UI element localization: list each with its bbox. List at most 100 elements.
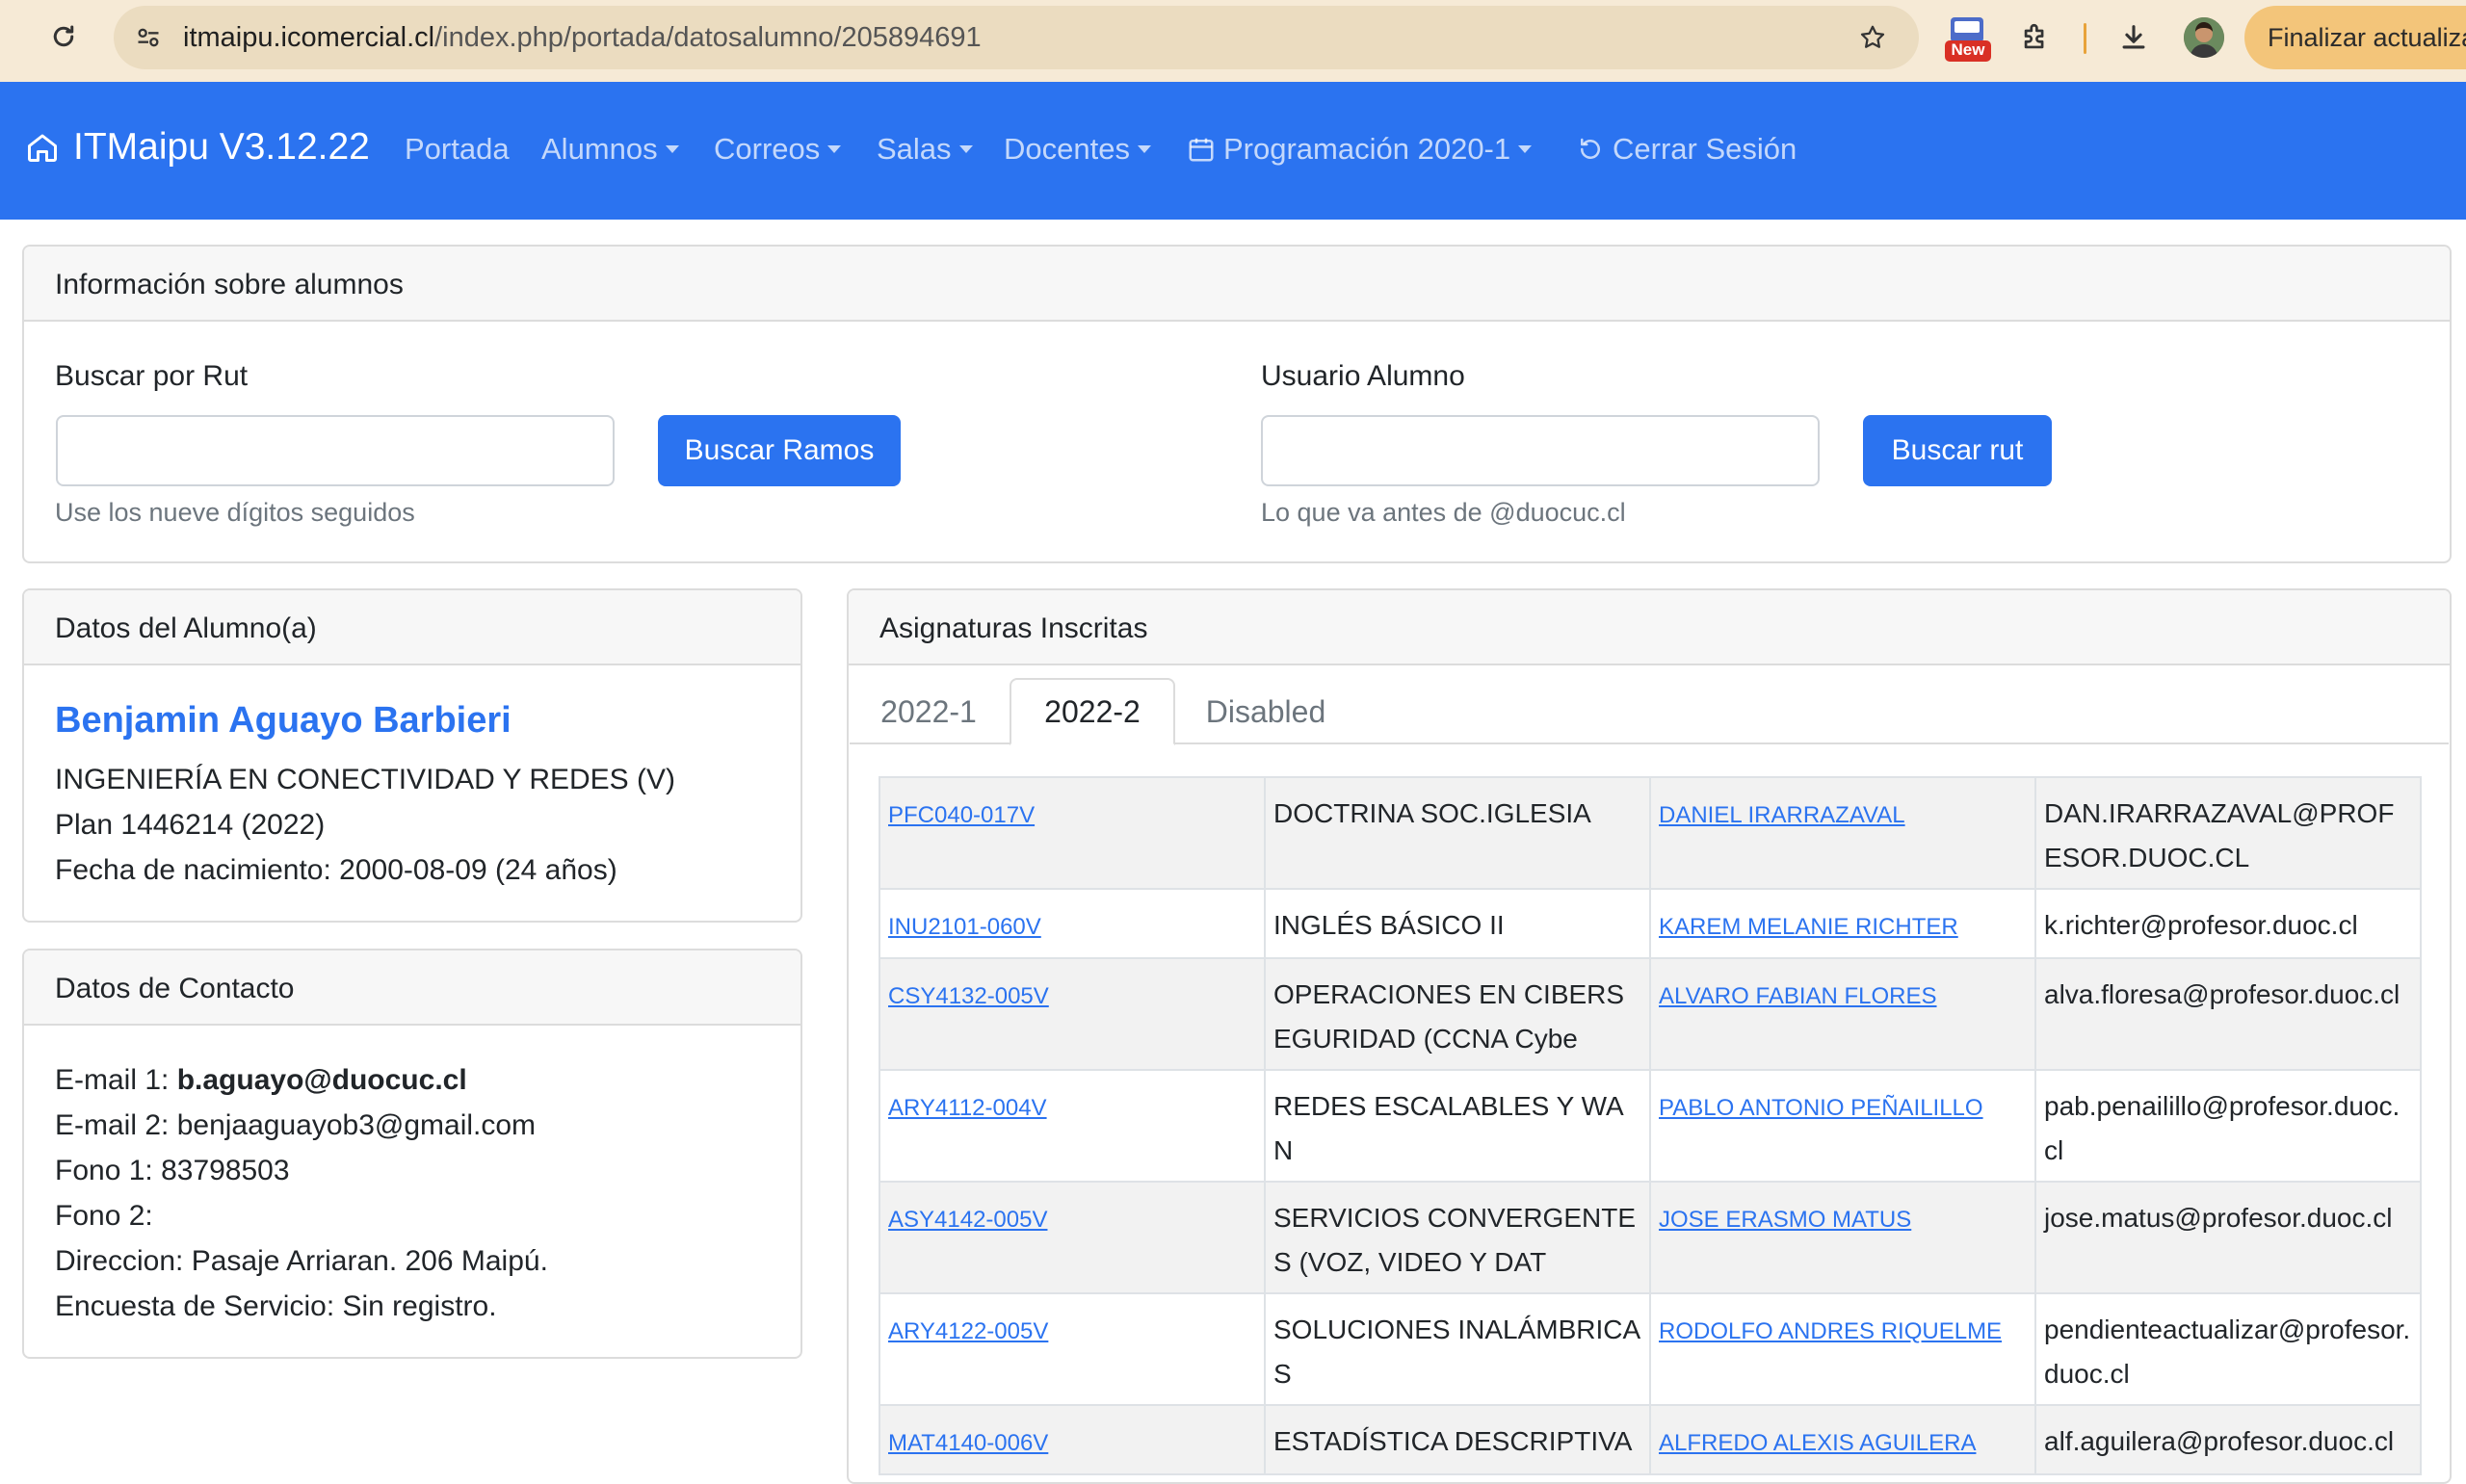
- table-cell-subject: ESTADÍSTICA DESCRIPTIVA: [1264, 1404, 1651, 1475]
- address-bar[interactable]: itmaipu.icomercial.cl/index.php/portada/…: [114, 6, 1919, 69]
- table-cell-email: pendienteactualizar@profesor.duoc.cl: [2034, 1292, 2422, 1406]
- table-row: INU2101-060V INGLÉS BÁSICO II KAREM MELANI…: [879, 888, 2422, 959]
- table-cell-email: DAN.IRARRAZAVAL@PROFESOR.DUOC.CL: [2034, 776, 2422, 890]
- table-cell-subject: OPERACIONES EN CIBERSEGURIDAD (CCNA Cybe: [1264, 957, 1651, 1071]
- teacher-link[interactable]: JOSE ERASMO MATUS: [1659, 1207, 1911, 1233]
- student-card-title: Datos del Alumno(a): [24, 590, 800, 665]
- profile-avatar[interactable]: [2184, 17, 2224, 58]
- search-card-title: Información sobre alumnos: [24, 247, 2450, 322]
- nav-docentes-dropdown[interactable]: Docentes: [1004, 132, 1151, 167]
- tab-disabled[interactable]: Disabled: [1183, 678, 1349, 745]
- courses-table: PFC040-017V DOCTRINA SOC.IGLESIA DANIEL IR…: [879, 776, 2422, 1475]
- table-cell-email: alf.aguilera@profesor.duoc.cl: [2034, 1404, 2422, 1475]
- contact-data-card: Datos de Contacto E-mail 1: b.aguayo@duo…: [22, 949, 802, 1359]
- table-row: MAT4140-006V ESTADÍSTICA DESCRIPTIVA ALFRE…: [879, 1404, 2422, 1475]
- teacher-email: DAN.IRARRAZAVAL@PROFESOR.DUOC.CL: [2044, 798, 2395, 872]
- toolbar-divider: [2084, 23, 2086, 54]
- course-subject: DOCTRINA SOC.IGLESIA: [1273, 798, 1591, 828]
- table-cell-code: MAT4140-006V: [879, 1404, 1266, 1475]
- nav-alumnos-dropdown[interactable]: Alumnos: [541, 132, 679, 167]
- table-cell-subject: SERVICIOS CONVERGENTES (VOZ, VIDEO Y DAT: [1264, 1181, 1651, 1294]
- teacher-email: k.richter@profesor.duoc.cl: [2044, 910, 2358, 940]
- nav-portada[interactable]: Portada: [405, 132, 510, 167]
- course-code-link[interactable]: ARY4112-004V: [888, 1095, 1047, 1121]
- table-cell-code: ARY4112-004V: [879, 1069, 1266, 1183]
- user-help-text: Lo que va antes de @duocuc.cl: [1261, 498, 1626, 527]
- course-code-link[interactable]: PFC040-017V: [888, 802, 1035, 828]
- table-cell-teacher: ALVARO FABIAN FLORES: [1649, 957, 2036, 1071]
- table-cell-teacher: PABLO ANTONIO PEÑAILILLO: [1649, 1069, 2036, 1183]
- contact-email1: E-mail 1: b.aguayo@duocuc.cl: [55, 1064, 467, 1097]
- table-row: ARY4122-005V SOLUCIONES INALÁMBRICAS RODOL…: [879, 1292, 2422, 1406]
- url-text[interactable]: itmaipu.icomercial.cl/index.php/portada/…: [183, 22, 982, 54]
- course-code-link[interactable]: ARY4122-005V: [888, 1318, 1048, 1344]
- course-subject: SOLUCIONES INALÁMBRICAS: [1273, 1315, 1641, 1389]
- search-card: Información sobre alumnos Buscar por Rut…: [22, 245, 2452, 563]
- tab-2022-2[interactable]: 2022-2: [1010, 678, 1175, 745]
- table-cell-subject: SOLUCIONES INALÁMBRICAS: [1264, 1292, 1651, 1406]
- table-cell-teacher: DANIEL IRARRAZAVAL: [1649, 776, 2036, 890]
- table-cell-teacher: ALFREDO ALEXIS AGUILERA: [1649, 1404, 2036, 1475]
- course-code-link[interactable]: CSY4132-005V: [888, 983, 1049, 1009]
- main-navbar: ITMaipu V3.12.22 Portada Alumnos Correos…: [0, 82, 2466, 220]
- student-data-card: Datos del Alumno(a) Benjamin Aguayo Barb…: [22, 588, 802, 923]
- course-code-link[interactable]: INU2101-060V: [888, 914, 1041, 940]
- brand-link[interactable]: ITMaipu V3.12.22: [25, 126, 370, 169]
- download-icon[interactable]: [2112, 15, 2156, 60]
- course-code-link[interactable]: ASY4142-005V: [888, 1207, 1047, 1233]
- extensions-puzzle-icon[interactable]: [2013, 15, 2058, 60]
- user-label: Usuario Alumno: [1261, 360, 1465, 392]
- logout-icon: [1581, 138, 1600, 159]
- nav-logout-label: Cerrar Sesión: [1613, 132, 1797, 166]
- nav-correos-dropdown[interactable]: Correos: [714, 132, 842, 167]
- teacher-email: alva.floresa@profesor.duoc.cl: [2044, 979, 2400, 1009]
- teacher-link[interactable]: RODOLFO ANDRES RIQUELME: [1659, 1318, 2002, 1344]
- student-name: Benjamin Aguayo Barbieri: [55, 700, 512, 741]
- table-cell-subject: DOCTRINA SOC.IGLESIA: [1264, 776, 1651, 890]
- url-path: /index.php/portada/datosalumno/205894691: [434, 22, 982, 53]
- nav-logout[interactable]: Cerrar Sesión: [1576, 132, 1797, 167]
- table-row: ASY4142-005V SERVICIOS CONVERGENTES (VOZ,…: [879, 1181, 2422, 1294]
- search-courses-button[interactable]: Buscar Ramos: [658, 415, 901, 486]
- contact-address: Direccion: Pasaje Arriaran. 206 Maipú.: [55, 1245, 548, 1277]
- teacher-email: alf.aguilera@profesor.duoc.cl: [2044, 1426, 2395, 1456]
- nav-salas-dropdown[interactable]: Salas: [877, 132, 973, 167]
- course-subject: SERVICIOS CONVERGENTES (VOZ, VIDEO Y DAT: [1273, 1203, 1637, 1277]
- email1-value: b.aguayo@duocuc.cl: [176, 1064, 467, 1096]
- contact-survey: Encuesta de Servicio: Sin registro.: [55, 1290, 497, 1322]
- nav-docentes-label: Docentes: [1004, 132, 1130, 166]
- contact-email2: E-mail 2: benjaaguayob3@gmail.com: [55, 1109, 537, 1141]
- rut-input[interactable]: [56, 415, 615, 486]
- table-cell-email: alva.floresa@profesor.duoc.cl: [2034, 957, 2422, 1071]
- reload-icon[interactable]: [44, 15, 83, 58]
- url-host: itmaipu.icomercial.cl: [183, 22, 435, 53]
- browser-toolbar: itmaipu.icomercial.cl/index.php/portada/…: [0, 0, 2466, 83]
- site-settings-icon[interactable]: [131, 20, 166, 55]
- teacher-link[interactable]: PABLO ANTONIO PEÑAILILLO: [1659, 1095, 1983, 1121]
- contact-card-title: Datos de Contacto: [24, 950, 800, 1026]
- rut-help-text: Use los nueve dígitos seguidos: [55, 498, 415, 527]
- extension-new-icon[interactable]: New: [1941, 13, 1995, 65]
- table-row: ARY4112-004V REDES ESCALABLES Y WAN PABLO …: [879, 1069, 2422, 1183]
- teacher-link[interactable]: DANIEL IRARRAZAVAL: [1659, 802, 1905, 828]
- table-cell-teacher: RODOLFO ANDRES RIQUELME: [1649, 1292, 2036, 1406]
- calendar-icon: [1189, 138, 1214, 162]
- table-cell-subject: REDES ESCALABLES Y WAN: [1264, 1069, 1651, 1183]
- teacher-link[interactable]: KAREM MELANIE RICHTER: [1659, 914, 1958, 940]
- table-cell-code: INU2101-060V: [879, 888, 1266, 959]
- nav-programacion-dropdown[interactable]: Programación 2020-1: [1187, 132, 1533, 167]
- new-badge: New: [1951, 40, 1985, 59]
- course-subject: REDES ESCALABLES Y WAN: [1273, 1091, 1624, 1165]
- nav-portada-label: Portada: [405, 132, 510, 166]
- email1-label: E-mail 1:: [55, 1064, 177, 1096]
- search-rut-button[interactable]: Buscar rut: [1863, 415, 2052, 486]
- student-user-input[interactable]: [1261, 415, 1820, 486]
- tab-2022-1[interactable]: 2022-1: [852, 678, 1006, 745]
- course-subject: ESTADÍSTICA DESCRIPTIVA: [1273, 1426, 1633, 1456]
- finish-update-button[interactable]: Finalizar actualiza: [2244, 6, 2466, 69]
- caret-down-icon: [827, 145, 842, 153]
- caret-down-icon: [1137, 145, 1151, 153]
- teacher-link[interactable]: ALVARO FABIAN FLORES: [1659, 983, 1937, 1009]
- bookmark-star-icon[interactable]: [1855, 20, 1890, 55]
- home-icon: [28, 134, 57, 162]
